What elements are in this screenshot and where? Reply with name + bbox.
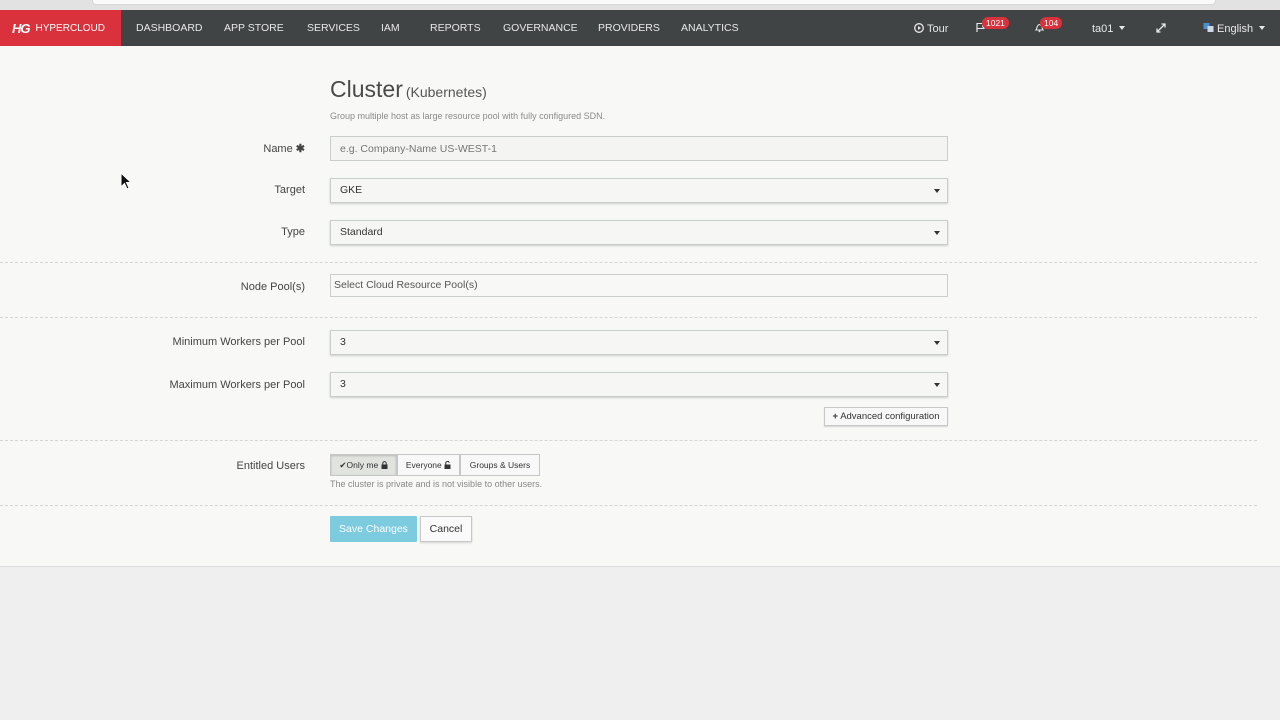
name-input[interactable] — [330, 136, 948, 161]
caret-down-icon — [934, 189, 940, 193]
brand-logo: HG — [12, 20, 30, 36]
node-pool-input[interactable]: Select Cloud Resource Pool(s) — [330, 274, 948, 297]
brand-name: HYPERCLOUD — [35, 22, 105, 34]
nav-services[interactable]: SERVICES — [307, 10, 360, 46]
plus-icon: + — [832, 411, 839, 422]
check-icon: ✔ — [339, 460, 347, 470]
target-value: GKE — [340, 184, 363, 196]
entitled-everyone-label: Everyone — [405, 460, 442, 470]
expand-icon — [1156, 23, 1166, 33]
translate-icon — [1203, 23, 1214, 32]
min-workers-label: Minimum Workers per Pool — [172, 336, 305, 348]
advanced-configuration-button[interactable]: + Advanced configuration — [824, 407, 948, 426]
chevron-down-icon — [1119, 26, 1126, 30]
language-label: English — [1217, 23, 1254, 35]
max-workers-label: Maximum Workers per Pool — [169, 379, 306, 391]
entitled-groups-users-button[interactable]: Groups & Users — [460, 454, 540, 476]
name-label-text: Name — [263, 143, 293, 155]
nav-providers[interactable]: PROVIDERS — [598, 10, 660, 46]
nav-reports[interactable]: REPORTS — [430, 10, 481, 46]
flag-count-badge: 1021 — [982, 17, 1009, 29]
node-pool-label: Node Pool(s) — [240, 281, 305, 293]
section-divider — [0, 262, 1257, 263]
top-navbar: HG HYPERCLOUD DASHBOARD APP STORE SERVIC… — [0, 10, 1280, 46]
page-title-suffix: (Kubernetes) — [405, 84, 487, 100]
chevron-down-icon — [1259, 26, 1266, 30]
caret-down-icon — [934, 341, 940, 345]
section-divider — [0, 505, 1257, 506]
entitled-groups-users-label: Groups & Users — [469, 460, 531, 470]
type-label: Type — [281, 226, 305, 238]
cluster-form-panel: Cluster (Kubernetes) Group multiple host … — [0, 46, 1280, 567]
entitled-users-label: Entitled Users — [236, 460, 305, 472]
tour-label: Tour — [927, 23, 949, 35]
page-title-text: Cluster — [330, 76, 403, 102]
name-label: Name ✱ — [0, 142, 305, 155]
caret-down-icon — [934, 383, 940, 387]
brand[interactable]: HG HYPERCLOUD — [0, 10, 121, 46]
entitled-only-me-button[interactable]: ✔Only me — [330, 454, 397, 476]
entitled-only-me-label: Only me — [346, 460, 379, 470]
save-changes-button[interactable]: Save Changes — [330, 516, 417, 542]
user-menu[interactable]: ta01 — [1092, 10, 1126, 46]
address-bar-edge — [92, 0, 1216, 5]
play-circle-icon — [914, 23, 924, 33]
mouse-cursor-icon — [120, 172, 132, 190]
notification-count-badge: 104 — [1040, 17, 1063, 29]
cancel-button[interactable]: Cancel — [420, 516, 472, 542]
type-select[interactable]: Standard — [330, 220, 948, 245]
page-description: Group multiple host as large resource po… — [330, 111, 606, 121]
nav-app-store[interactable]: APP STORE — [224, 10, 284, 46]
entitled-help-text: The cluster is private and is not visibl… — [330, 479, 543, 489]
browser-top-strip — [0, 0, 1280, 10]
nav-dashboard[interactable]: DASHBOARD — [136, 10, 203, 46]
max-workers-select[interactable]: 3 — [330, 372, 948, 397]
tour-button[interactable]: Tour — [914, 10, 948, 46]
node-pool-placeholder: Select Cloud Resource Pool(s) — [334, 279, 478, 291]
page-title: Cluster (Kubernetes) — [330, 76, 487, 103]
entitled-everyone-button[interactable]: Everyone — [397, 454, 460, 476]
nav-governance[interactable]: GOVERNANCE — [503, 10, 578, 46]
target-select[interactable]: GKE — [330, 178, 948, 203]
advanced-configuration-label: Advanced configuration — [840, 411, 940, 422]
unlock-icon — [444, 460, 451, 469]
fullscreen-button[interactable] — [1156, 10, 1166, 46]
language-menu[interactable]: English — [1203, 10, 1266, 46]
required-asterisk-icon: ✱ — [295, 143, 305, 155]
lock-icon — [381, 461, 388, 469]
max-workers-value: 3 — [340, 378, 346, 390]
nav-analytics[interactable]: ANALYTICS — [681, 10, 739, 46]
section-divider — [0, 317, 1257, 318]
user-name: ta01 — [1092, 23, 1114, 35]
min-workers-value: 3 — [340, 336, 346, 348]
caret-down-icon — [934, 231, 940, 235]
target-label: Target — [274, 184, 305, 196]
type-value: Standard — [340, 226, 383, 238]
min-workers-select[interactable]: 3 — [330, 330, 948, 355]
nav-iam[interactable]: IAM — [381, 10, 400, 46]
section-divider — [0, 440, 1257, 441]
